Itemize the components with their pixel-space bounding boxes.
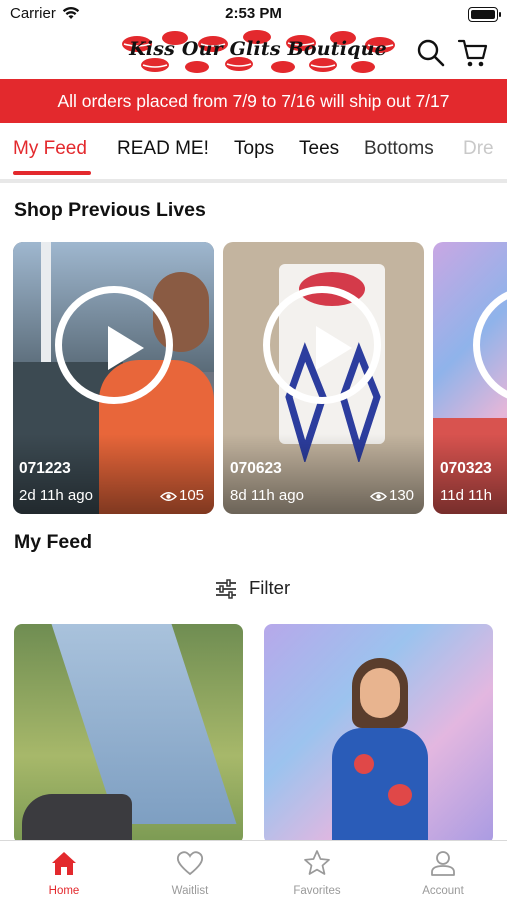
tabs-divider [0, 179, 507, 183]
tab-my-feed[interactable]: My Feed [13, 138, 87, 160]
tab-tops[interactable]: Tops [234, 138, 274, 160]
search-icon[interactable] [416, 38, 446, 68]
feed-item[interactable] [14, 624, 243, 844]
filter-icon [216, 579, 236, 599]
filter-label: Filter [249, 577, 291, 598]
home-icon [52, 852, 76, 875]
heart-icon [176, 851, 204, 876]
banner-text: All orders placed from 7/9 to 7/16 will … [57, 91, 450, 111]
live-views: 130 [389, 487, 415, 504]
bottom-tab-bar: Home Waitlist Favorites Account [0, 840, 507, 901]
filter-button[interactable]: Filter [214, 576, 304, 602]
battery-icon [468, 7, 501, 22]
shipping-banner: All orders placed from 7/9 to 7/16 will … [0, 79, 507, 123]
clock: 2:53 PM [225, 5, 282, 22]
status-bar: Carrier 2:53 PM [0, 0, 507, 28]
my-feed-title: My Feed [14, 531, 93, 553]
live-code: 070623 [230, 460, 282, 477]
product-photo [332, 728, 428, 844]
eye-icon [160, 492, 177, 501]
live-views: 105 [179, 487, 205, 504]
live-card[interactable]: 071223 2d 11h ago 105 [13, 242, 214, 514]
tab-home[interactable]: Home [1, 841, 127, 901]
tab-tees[interactable]: Tees [299, 138, 339, 160]
tab-waitlist[interactable]: Waitlist [127, 841, 253, 901]
play-button[interactable] [473, 286, 507, 404]
tab-read-me[interactable]: READ ME! [117, 138, 209, 160]
tab-dresses[interactable]: Dre [463, 138, 494, 160]
feed-item[interactable] [264, 624, 493, 844]
cart-icon[interactable] [457, 37, 489, 69]
tab-waitlist-label: Waitlist [171, 885, 209, 897]
app-header: Kiss Our Glits Boutique [0, 28, 507, 78]
live-age: 11d 11h [440, 487, 492, 504]
tab-favorites[interactable]: Favorites [254, 841, 380, 901]
category-tabs: My Feed READ ME! Tops Tees Bottoms Dre [0, 126, 507, 178]
store-logo[interactable]: Kiss Our Glits Boutique [117, 30, 399, 74]
live-card[interactable]: 070323 11d 11h [433, 242, 507, 514]
play-button[interactable] [55, 286, 173, 404]
tab-favorites-label: Favorites [293, 885, 341, 897]
tab-home-label: Home [48, 885, 80, 897]
live-age: 8d 11h ago [230, 487, 304, 504]
tab-bottoms[interactable]: Bottoms [364, 138, 434, 160]
star-icon [304, 850, 330, 875]
live-code: 071223 [19, 460, 71, 477]
live-age: 2d 11h ago [19, 487, 93, 504]
live-code: 070323 [440, 460, 492, 477]
play-button[interactable] [263, 286, 381, 404]
active-tab-indicator [13, 171, 91, 175]
tab-account-label: Account [422, 885, 464, 897]
eye-icon [370, 492, 387, 501]
logo-text: Kiss Our Glits Boutique [129, 38, 387, 60]
previous-lives-title: Shop Previous Lives [14, 199, 206, 221]
live-card[interactable]: 070623 8d 11h ago 130 [223, 242, 424, 514]
account-icon [431, 851, 455, 876]
tab-account[interactable]: Account [380, 841, 506, 901]
